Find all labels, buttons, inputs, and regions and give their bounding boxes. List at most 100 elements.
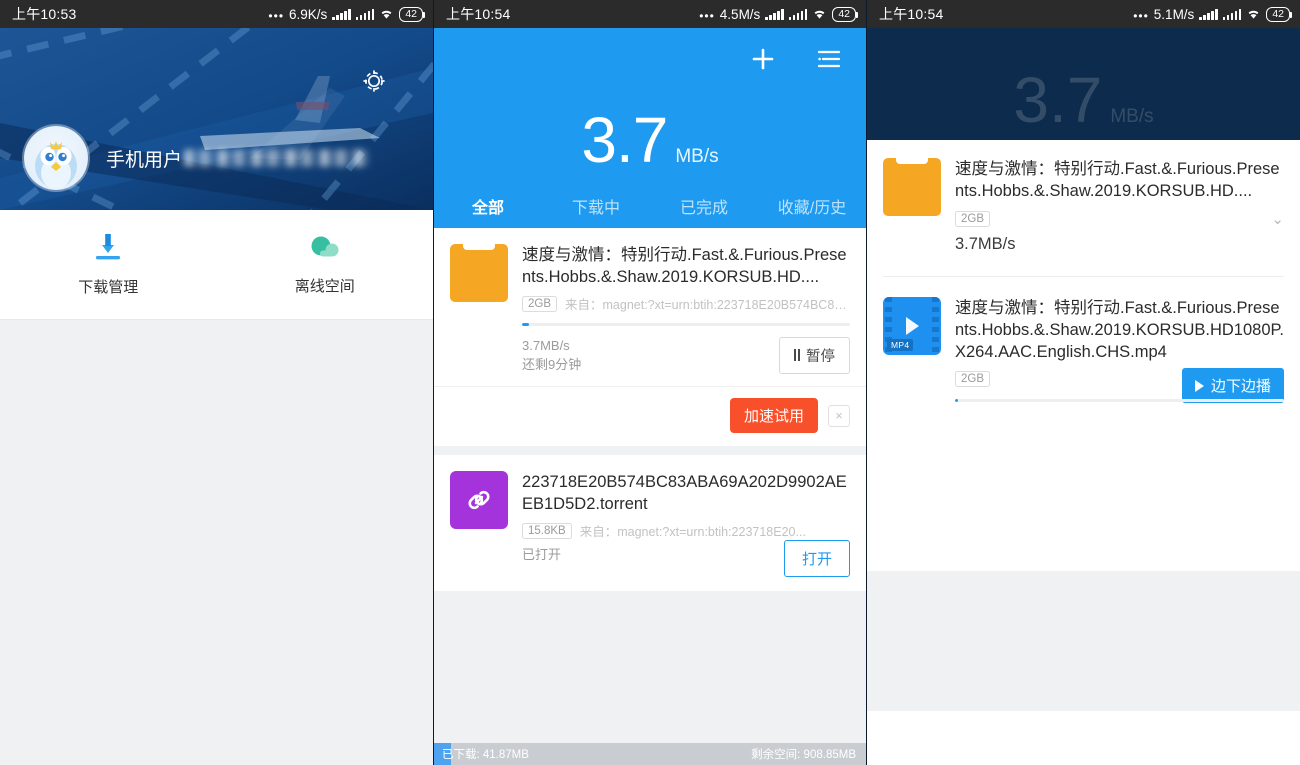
signal-icon-1	[332, 8, 351, 20]
open-button[interactable]: 打开	[784, 540, 850, 577]
quick-menu: 下载管理 离线空间	[0, 210, 433, 320]
size-badge: 15.8KB	[522, 523, 572, 539]
battery-icon: 42	[832, 7, 856, 22]
item-status-row: 已打开 打开	[434, 540, 866, 591]
download-header: 3.7 MB/s 全部 下载中 已完成 收藏/历史	[434, 28, 866, 228]
list-item[interactable]: 速度与激情：特别行动.Fast.&.Furious.Presents.Hobbs…	[867, 140, 1300, 254]
battery-level: 42	[405, 8, 417, 21]
pause-button-label: 暂停	[806, 345, 835, 366]
format-tag: MP4	[887, 339, 913, 351]
avatar[interactable]	[24, 126, 88, 190]
tab-all[interactable]: 全部	[434, 184, 542, 228]
item-meta: 速度与激情：特别行动.Fast.&.Furious.Presents.Hobbs…	[522, 244, 850, 326]
signal-icon-2	[356, 8, 375, 20]
item-meta: 速度与激情：特别行动.Fast.&.Furious.Presents.Hobbs…	[955, 158, 1284, 254]
screenshot-root: 上午10:53 ••• 6.9K/s 42	[0, 0, 1300, 765]
section-divider	[434, 446, 866, 455]
wifi-icon	[1246, 8, 1261, 20]
panel-body-empty	[867, 571, 1300, 711]
item-speed: 3.7MB/s	[522, 336, 581, 355]
blurred-username-extra	[184, 150, 369, 167]
item-status-text: 3.7MB/s 还剩9分钟	[522, 336, 581, 374]
status-time: 上午10:54	[879, 4, 943, 24]
tab-completed[interactable]: 已完成	[650, 184, 758, 228]
download-list: 速度与激情：特别行动.Fast.&.Furious.Presents.Hobbs…	[434, 228, 866, 591]
battery-level: 42	[1272, 8, 1284, 21]
status-bar: 上午10:53 ••• 6.9K/s 42	[0, 0, 433, 28]
tab-favorites-history[interactable]: 收藏/历史	[758, 184, 866, 228]
pause-icon	[794, 349, 801, 361]
download-icon	[91, 232, 125, 262]
global-speed: 3.7 MB/s	[434, 108, 866, 172]
cloud-icon	[307, 233, 343, 261]
username: 手机用户	[106, 145, 182, 172]
pause-button[interactable]: 暂停	[779, 337, 851, 374]
item-title: 速度与激情：特别行动.Fast.&.Furious.Presents.Hobbs…	[522, 244, 850, 288]
storage-bar: 已下载: 41.87MB 剩余空间: 908.85MB	[434, 743, 866, 765]
play-button-label: 边下边播	[1211, 375, 1271, 396]
tab-bar: 全部 下载中 已完成 收藏/历史	[434, 184, 866, 228]
item-meta: 223718E20B574BC83ABA69A202D9902AEEB1D5D2…	[522, 471, 850, 540]
signal-icon-1	[765, 8, 784, 20]
item-subline: 2GB 来自：magnet:?xt=urn:btih:223718E20B574…	[522, 294, 850, 313]
header-actions	[748, 44, 844, 74]
speed-unit: MB/s	[675, 146, 718, 168]
status-net-speed: 4.5M/s	[720, 7, 761, 22]
item-title: 速度与激情：特别行动.Fast.&.Furious.Presents.Hobbs…	[955, 158, 1284, 202]
speed-value: 3.7	[581, 108, 667, 172]
status-bar: 上午10:54 ••• 5.1M/s 42	[867, 0, 1300, 28]
gear-icon[interactable]	[361, 68, 387, 94]
profile-block[interactable]: 手机用户	[24, 126, 182, 190]
list-empty-area	[434, 591, 866, 765]
panel-white-area	[867, 421, 1300, 571]
status-indicators: ••• 4.5M/s 42	[699, 7, 856, 22]
battery-icon: 42	[399, 7, 423, 22]
battery-icon: 42	[1266, 7, 1290, 22]
tab-downloading[interactable]: 下载中	[542, 184, 650, 228]
chevron-down-icon[interactable]: ⌄	[1271, 210, 1284, 228]
film-strip-right	[932, 297, 939, 355]
global-speed: 3.7 MB/s	[867, 68, 1300, 132]
status-dots-icon: •••	[268, 9, 284, 23]
plus-icon[interactable]	[748, 44, 778, 74]
item-title: 速度与激情：特别行动.Fast.&.Furious.Presents.Hobbs…	[955, 297, 1284, 363]
wifi-icon	[379, 8, 394, 20]
size-badge: 2GB	[955, 371, 990, 387]
item-title: 223718E20B574BC83ABA69A202D9902AEEB1D5D2…	[522, 471, 850, 515]
dimmed-header: 3.7 MB/s	[867, 28, 1300, 140]
status-net-speed: 5.1M/s	[1154, 7, 1195, 22]
close-icon[interactable]: ×	[828, 405, 850, 427]
battery-level: 42	[838, 8, 850, 21]
promo-row: 加速试用 ×	[434, 387, 866, 446]
item-subline: 2GB ⌄	[955, 210, 1284, 228]
status-bar: 上午10:54 ••• 4.5M/s 42	[434, 0, 866, 28]
play-icon	[1195, 380, 1204, 392]
status-indicators: ••• 6.9K/s 42	[268, 7, 423, 22]
folder-icon	[450, 244, 508, 302]
status-time: 上午10:53	[12, 4, 76, 24]
signal-icon-2	[1223, 8, 1242, 20]
free-space-label: 剩余空间: 908.85MB	[751, 746, 866, 762]
play-while-download-button[interactable]: 边下边播	[1182, 368, 1284, 403]
item-subline: 15.8KB 来自：magnet:?xt=urn:btih:223718E20.…	[522, 521, 850, 540]
status-time: 上午10:54	[446, 4, 510, 24]
profile-hero: 手机用户	[0, 28, 433, 210]
speed-unit: MB/s	[1110, 106, 1153, 128]
link-icon	[450, 471, 508, 529]
list-item[interactable]: 223718E20B574BC83ABA69A202D9902AEEB1D5D2…	[434, 455, 866, 540]
panel-profile: 上午10:53 ••• 6.9K/s 42	[0, 0, 433, 765]
item-source: 来自：magnet:?xt=urn:btih:223718E20...	[580, 521, 806, 540]
menu-item-label: 下载管理	[78, 276, 138, 297]
size-badge: 2GB	[955, 211, 990, 227]
item-source: 来自：magnet:?xt=urn:btih:223718E20B574BC83…	[565, 294, 850, 313]
menu-item-download-manager[interactable]: 下载管理	[0, 210, 217, 319]
panel-expanded-item: 上午10:54 ••• 5.1M/s 42 3.7 MB/s 速度与激情	[867, 0, 1300, 765]
play-icon	[906, 317, 919, 335]
list-item[interactable]: 速度与激情：特别行动.Fast.&.Furious.Presents.Hobbs…	[434, 228, 866, 326]
list-icon[interactable]	[814, 44, 844, 74]
menu-item-offline-space[interactable]: 离线空间	[217, 210, 434, 319]
folder-icon	[883, 158, 941, 216]
downloaded-label: 已下载: 41.87MB	[434, 746, 529, 762]
progress-bar	[522, 323, 850, 326]
accelerate-trial-button[interactable]: 加速试用	[730, 398, 818, 433]
